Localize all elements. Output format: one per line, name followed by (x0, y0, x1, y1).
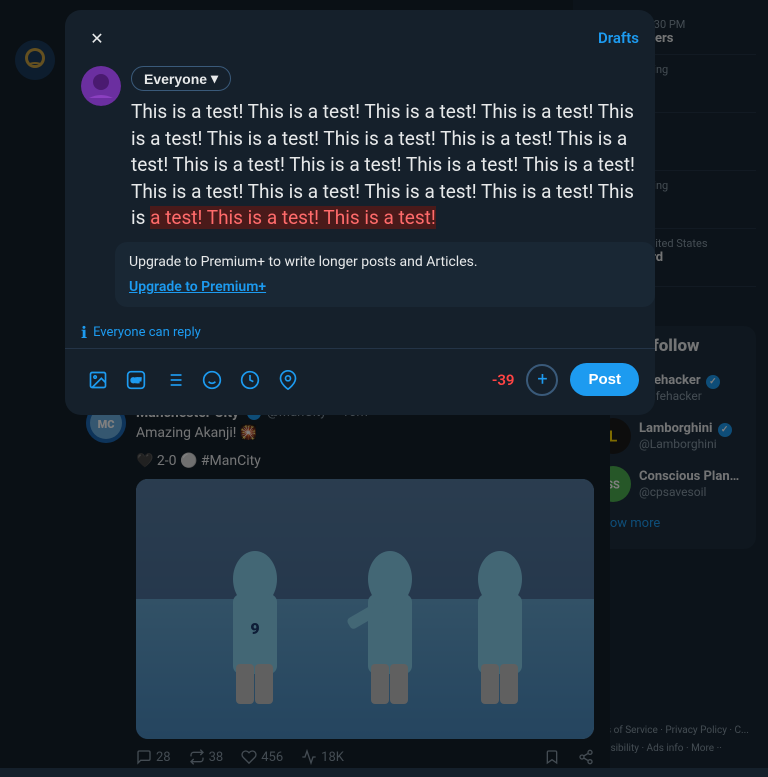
upgrade-link[interactable]: Upgrade to Premium+ (129, 279, 266, 295)
location-button[interactable] (271, 363, 305, 397)
compose-body: Everyone ▾ This is a test! This is a tes… (65, 66, 655, 232)
gif-button[interactable]: GIF (119, 363, 153, 397)
compose-toolbar: GIF -39 + Post (65, 357, 655, 403)
compose-right: Everyone ▾ This is a test! This is a tes… (131, 66, 639, 232)
everyone-reply-label: Everyone can reply (93, 325, 201, 340)
compose-avatar (81, 66, 121, 106)
emoji-button[interactable] (195, 363, 229, 397)
svg-text:GIF: GIF (131, 376, 141, 384)
everyone-reply-option[interactable]: ℹ Everyone can reply (65, 317, 655, 349)
character-count: -39 (492, 371, 515, 389)
drafts-button[interactable]: Drafts (598, 29, 639, 47)
info-icon: ℹ (81, 323, 87, 342)
audience-label: Everyone (144, 71, 207, 87)
modal-header: ✕ Drafts (65, 10, 655, 66)
upgrade-banner: Upgrade to Premium+ to write longer post… (115, 242, 655, 307)
upgrade-text: Upgrade to Premium+ to write longer post… (129, 254, 641, 270)
close-button[interactable]: ✕ (81, 22, 113, 54)
poll-button[interactable] (157, 363, 191, 397)
audience-button[interactable]: Everyone ▾ (131, 66, 231, 91)
add-thread-button[interactable]: + (526, 364, 558, 396)
compose-modal: ✕ Drafts Everyone ▾ This is a test! This… (65, 10, 655, 415)
chevron-down-icon: ▾ (211, 70, 218, 87)
image-upload-button[interactable] (81, 363, 115, 397)
compose-text-area[interactable]: This is a test! This is a test! This is … (131, 99, 639, 232)
schedule-button[interactable] (233, 363, 267, 397)
post-button[interactable]: Post (570, 363, 639, 396)
